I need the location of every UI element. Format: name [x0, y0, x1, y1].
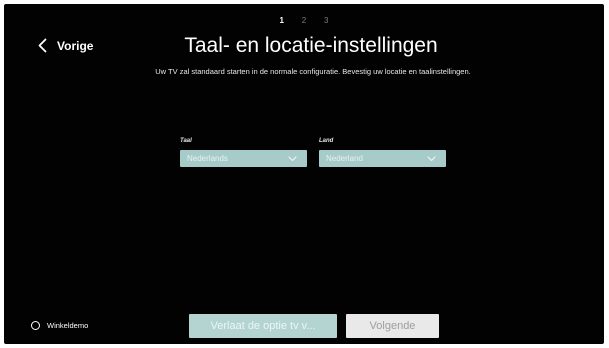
land-label: Land [319, 138, 334, 144]
step-indicator: 1 2 3 [4, 16, 604, 25]
taal-field: Taal Nederlands [180, 138, 307, 167]
taal-value: Nederlands [187, 154, 228, 163]
radio-icon[interactable] [31, 321, 40, 330]
next-button[interactable]: Volgende [346, 314, 439, 338]
taal-dropdown[interactable]: Nederlands [180, 150, 307, 167]
page-subtitle: Uw TV zal standaard starten in de normal… [155, 67, 471, 76]
chevron-down-icon [288, 155, 297, 161]
step-1: 1 [279, 16, 284, 25]
land-dropdown[interactable]: Nederland [319, 150, 446, 167]
winkeldemo-label: Winkeldemo [47, 321, 89, 330]
exit-tv-option-button[interactable]: Verlaat de optie tv v... [189, 314, 337, 338]
land-field: Land Nederland [319, 138, 446, 167]
page-title: Taal- en locatie-instellingen [184, 34, 438, 57]
winkeldemo-toggle[interactable]: Winkeldemo [31, 321, 88, 330]
step-3: 3 [324, 16, 329, 25]
tv-setup-screen: 1 2 3 Vorige Taal- en locatie-instelling… [4, 4, 604, 344]
taal-label: Taal [180, 138, 192, 144]
step-2: 2 [301, 16, 307, 25]
chevron-down-icon [427, 155, 436, 161]
land-value: Nederland [326, 154, 363, 163]
